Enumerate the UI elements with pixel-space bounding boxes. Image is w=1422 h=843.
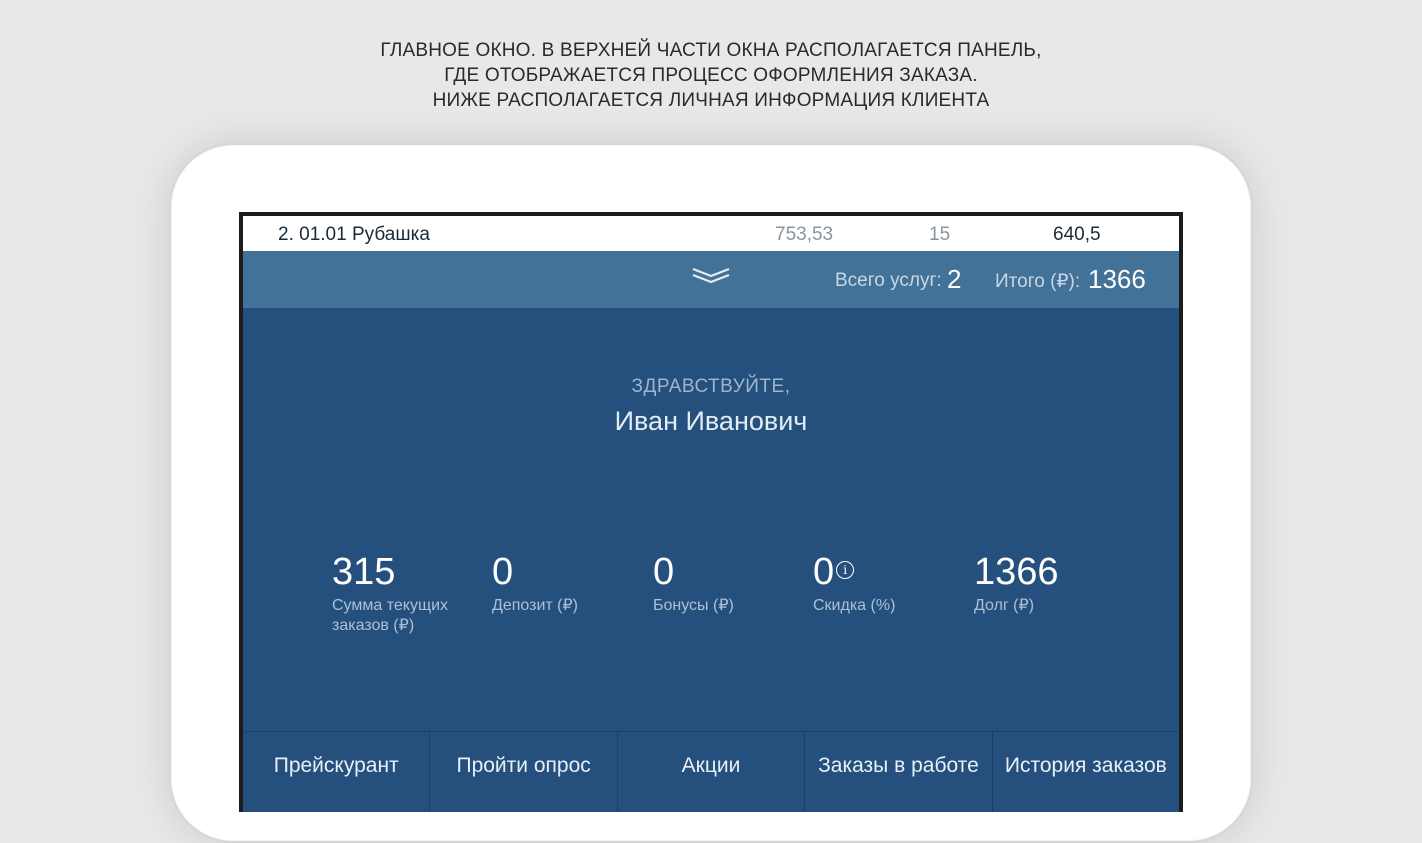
order-summary-bar: Всего услуг: 2 Итого (₽): 1366 xyxy=(243,251,1179,308)
greeting-text: ЗДРАВСТВУЙТЕ, xyxy=(631,376,791,397)
caption-line-3: НИЖЕ РАСПОЛАГАЕТСЯ ЛИЧНАЯ ИНФОРМАЦИЯ КЛИ… xyxy=(432,90,990,111)
caption-line-1: ГЛАВНОЕ ОКНО. В ВЕРХНЕЙ ЧАСТИ ОКНА РАСПО… xyxy=(380,40,1042,61)
order-item-price: 753,53 xyxy=(775,224,834,245)
stat-bonuses: 0 Бонусы (₽) xyxy=(653,550,803,616)
total-label: Итого (₽): xyxy=(995,271,1081,292)
services-count-value: 2 xyxy=(947,264,962,294)
stat-label: Бонусы (₽) xyxy=(653,597,734,614)
stat-value-row: 0i xyxy=(813,550,963,594)
order-item-name: 2. 01.01 Рубашка xyxy=(278,224,430,245)
promotions-button[interactable]: Акции xyxy=(617,732,806,812)
info-icon[interactable]: i xyxy=(836,560,855,579)
stat-label: Депозит (₽) xyxy=(492,597,578,614)
stat-label: Долг (₽) xyxy=(974,597,1035,614)
page-caption: ГЛАВНОЕ ОКНО. В ВЕРХНЕЙ ЧАСТИ ОКНА РАСПО… xyxy=(0,38,1422,113)
chevron-down-icon[interactable] xyxy=(689,265,733,285)
tablet-screen: 2. 01.01 Рубашка 753,53 15 640,5 Всего у… xyxy=(239,212,1183,812)
total-value: 1366 xyxy=(1088,264,1146,294)
stat-value: 315 xyxy=(332,551,396,593)
stat-debt: 1366 Долг (₽) xyxy=(974,550,1124,616)
stat-value: 0 xyxy=(492,551,514,593)
survey-button[interactable]: Пройти опрос xyxy=(430,732,618,812)
services-count-label: Всего услуг: xyxy=(835,270,942,291)
stat-deposit: 0 Депозит (₽) xyxy=(492,550,642,616)
orders-in-progress-button[interactable]: Заказы в работе xyxy=(805,732,993,812)
order-item-quantity: 15 xyxy=(929,224,951,245)
stat-value: 1366 xyxy=(974,551,1059,593)
price-list-button[interactable]: Прейскурант xyxy=(243,732,431,812)
stat-value: 0 xyxy=(813,551,835,593)
order-item-sum: 640,5 xyxy=(1053,224,1101,245)
stat-discount: 0i Скидка (%) xyxy=(813,550,963,616)
app-main: 2. 01.01 Рубашка 753,53 15 640,5 Всего у… xyxy=(243,216,1179,812)
order-history-button[interactable]: История заказов xyxy=(992,732,1179,812)
order-item-row[interactable]: 2. 01.01 Рубашка 753,53 15 640,5 xyxy=(243,216,1179,251)
caption-line-2: ГДЕ ОТОБРАЖАЕТСЯ ПРОЦЕСС ОФОРМЛЕНИЯ ЗАКА… xyxy=(444,65,978,86)
stat-current-orders: 315 Сумма текущих заказов (₽) xyxy=(332,550,482,636)
stat-value: 0 xyxy=(653,551,675,593)
client-name: Иван Иванович xyxy=(614,406,808,436)
stat-label: Скидка (%) xyxy=(813,597,896,614)
stat-label: Сумма текущих заказов (₽) xyxy=(332,597,449,634)
